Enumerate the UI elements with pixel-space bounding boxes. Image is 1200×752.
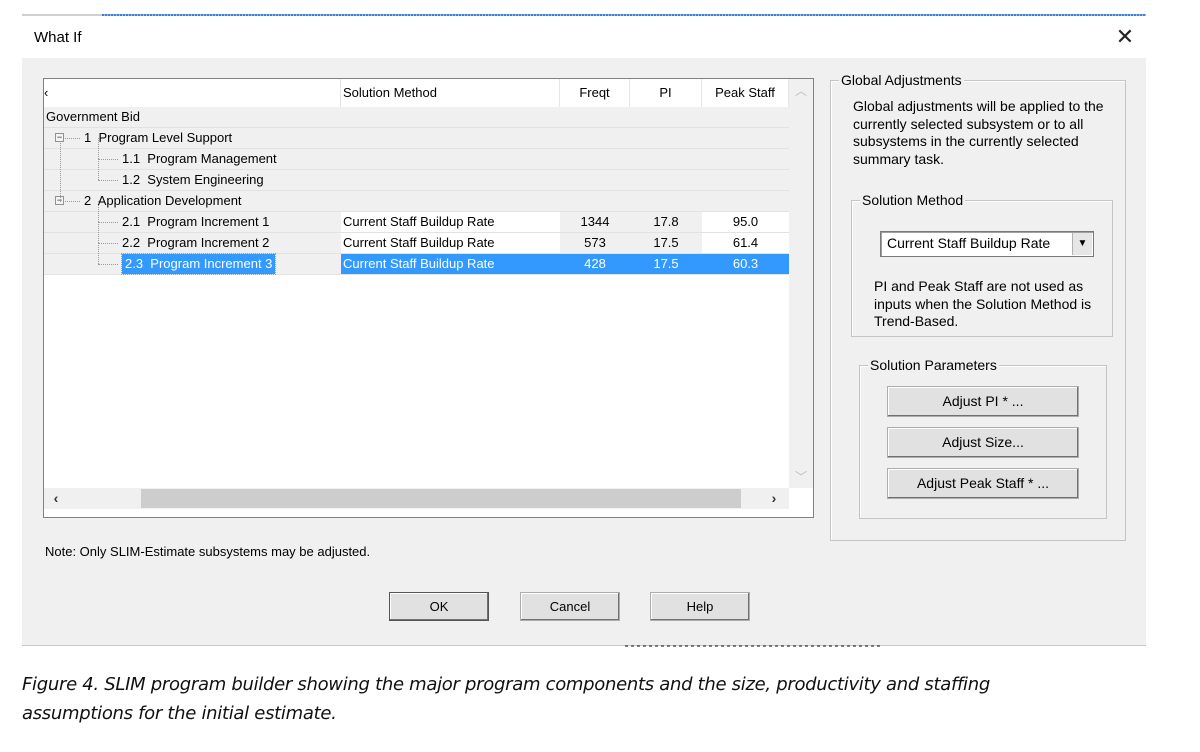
chevron-right-icon[interactable]: ›: [764, 488, 784, 509]
tree-connector: [98, 243, 118, 244]
caption-line-2: assumptions for the initial estimate.: [22, 703, 337, 724]
what-if-dialog: What If ✕ ‹ Solution Method Freqt PI Pea…: [22, 16, 1146, 646]
figure-caption: Figure 4. SLIM program builder showing t…: [22, 670, 990, 728]
column-header-name[interactable]: ‹: [44, 79, 341, 107]
tree-connector: [65, 201, 80, 202]
tree-connector: [98, 264, 118, 265]
note-text: Note: Only SLIM-Estimate subsystems may …: [45, 544, 371, 559]
help-button[interactable]: Help: [650, 592, 750, 621]
cell-peak[interactable]: 61.4: [702, 233, 789, 253]
column-header-freqt[interactable]: Freqt: [560, 79, 630, 107]
solution-method-hint: PI and Peak Staff are not used as inputs…: [874, 278, 1092, 329]
adjust-pi-button[interactable]: Adjust PI * ...: [887, 386, 1079, 417]
close-icon[interactable]: ✕: [1112, 24, 1138, 50]
vertical-scrollbar[interactable]: ︿ ﹀: [789, 79, 813, 488]
tree-connector: [98, 159, 99, 180]
tree-connector: [98, 222, 118, 223]
tree-item-label[interactable]: 2.3 Program Increment 3: [120, 253, 277, 275]
title-bar: What If ✕: [22, 16, 1146, 58]
horizontal-scrollbar[interactable]: ‹ ›: [44, 488, 789, 509]
solution-parameters-legend: Solution Parameters: [868, 357, 999, 373]
cell-freqt[interactable]: 1344: [560, 212, 630, 232]
table-row[interactable]: 2.2 Program Increment 2 Current Staff Bui…: [44, 222, 789, 254]
grid-header: ‹ Solution Method Freqt PI Peak Staff: [44, 79, 789, 107]
collapse-toggle-icon[interactable]: −: [55, 133, 64, 142]
table-row[interactable]: 2.3 Program Increment 3 Current Staff Bui…: [44, 243, 789, 275]
cell-freqt[interactable]: 428: [560, 254, 630, 274]
tree-connector: [60, 143, 61, 202]
tree-connector: [98, 159, 118, 160]
cell-peak[interactable]: 60.3: [702, 254, 789, 274]
background-artifact: [625, 645, 880, 647]
global-adjustments-description: Global adjustments will be applied to th…: [853, 98, 1104, 167]
cell-pi[interactable]: 17.5: [630, 254, 702, 274]
tree-connector: [98, 243, 99, 264]
tree-connector: [98, 201, 99, 222]
cancel-button[interactable]: Cancel: [520, 592, 620, 621]
tree-item-label[interactable]: 2.2 Program Increment 2: [122, 233, 269, 253]
table-row[interactable]: 1.1 Program Management: [44, 138, 789, 170]
cell-peak[interactable]: 95.0: [702, 212, 789, 232]
tree-connector: [98, 138, 99, 159]
cell-method[interactable]: Current Staff Buildup Rate: [341, 233, 560, 253]
ok-button[interactable]: OK: [389, 592, 489, 621]
column-header-solution-method[interactable]: Solution Method: [341, 79, 560, 107]
cell-method[interactable]: Current Staff Buildup Rate: [341, 212, 560, 232]
tree-connector: [98, 180, 118, 181]
tree-item-label[interactable]: Government Bid: [46, 107, 140, 127]
tree-connector: [65, 138, 80, 139]
chevron-up-icon[interactable]: ︿: [789, 81, 813, 101]
cell-method[interactable]: Current Staff Buildup Rate: [341, 254, 560, 274]
table-row[interactable]: − 1 Program Level Support: [44, 128, 789, 149]
adjust-size-button[interactable]: Adjust Size...: [887, 427, 1079, 458]
column-header-pi[interactable]: PI: [630, 79, 702, 107]
table-row[interactable]: −2 Application Development: [44, 191, 789, 212]
subsystem-grid: ‹ Solution Method Freqt PI Peak Staff Go…: [43, 78, 814, 518]
dialog-title: What If: [34, 29, 82, 46]
tree-item-label[interactable]: 1 Program Level Support: [84, 128, 232, 148]
solution-method-group: Solution Method Current Staff Buildup Ra…: [851, 192, 1113, 337]
tree-item-label[interactable]: 1.1 Program Management: [122, 149, 277, 169]
solution-parameters-group: Solution Parameters Adjust PI * ... Adju…: [859, 357, 1107, 519]
tree-item-label[interactable]: 2 Application Development: [84, 191, 242, 211]
tree-connector: [98, 222, 99, 243]
adjust-peak-staff-button[interactable]: Adjust Peak Staff * ...: [887, 468, 1079, 499]
table-row[interactable]: Government Bid: [44, 107, 789, 128]
solution-method-legend: Solution Method: [860, 192, 966, 208]
horizontal-scroll-thumb[interactable]: [141, 489, 741, 508]
chevron-left-icon[interactable]: ‹: [46, 488, 66, 509]
tree-item-label[interactable]: 2.1 Program Increment 1: [122, 212, 269, 232]
chevron-down-icon[interactable]: ﹀: [789, 467, 813, 487]
dropdown-arrow-icon[interactable]: ▼: [1072, 233, 1092, 255]
table-row[interactable]: 2.1 Program Increment 1 Current Staff Bui…: [44, 201, 789, 233]
cell-freqt[interactable]: 573: [560, 233, 630, 253]
solution-method-value: Current Staff Buildup Rate: [887, 235, 1051, 251]
global-adjustments-legend: Global Adjustments: [839, 72, 964, 88]
global-adjustments-group: Global Adjustments Global adjustments wi…: [830, 72, 1126, 541]
caption-line-1: Figure 4. SLIM program builder showing t…: [22, 674, 990, 695]
cell-pi[interactable]: 17.5: [630, 233, 702, 253]
solution-method-select[interactable]: Current Staff Buildup Rate ▼: [880, 231, 1094, 257]
tree-item-label[interactable]: 1.2 System Engineering: [122, 170, 264, 190]
table-row[interactable]: 1.2 System Engineering: [44, 159, 789, 191]
column-header-peak-staff[interactable]: Peak Staff: [702, 79, 789, 107]
cell-pi[interactable]: 17.8: [630, 212, 702, 232]
